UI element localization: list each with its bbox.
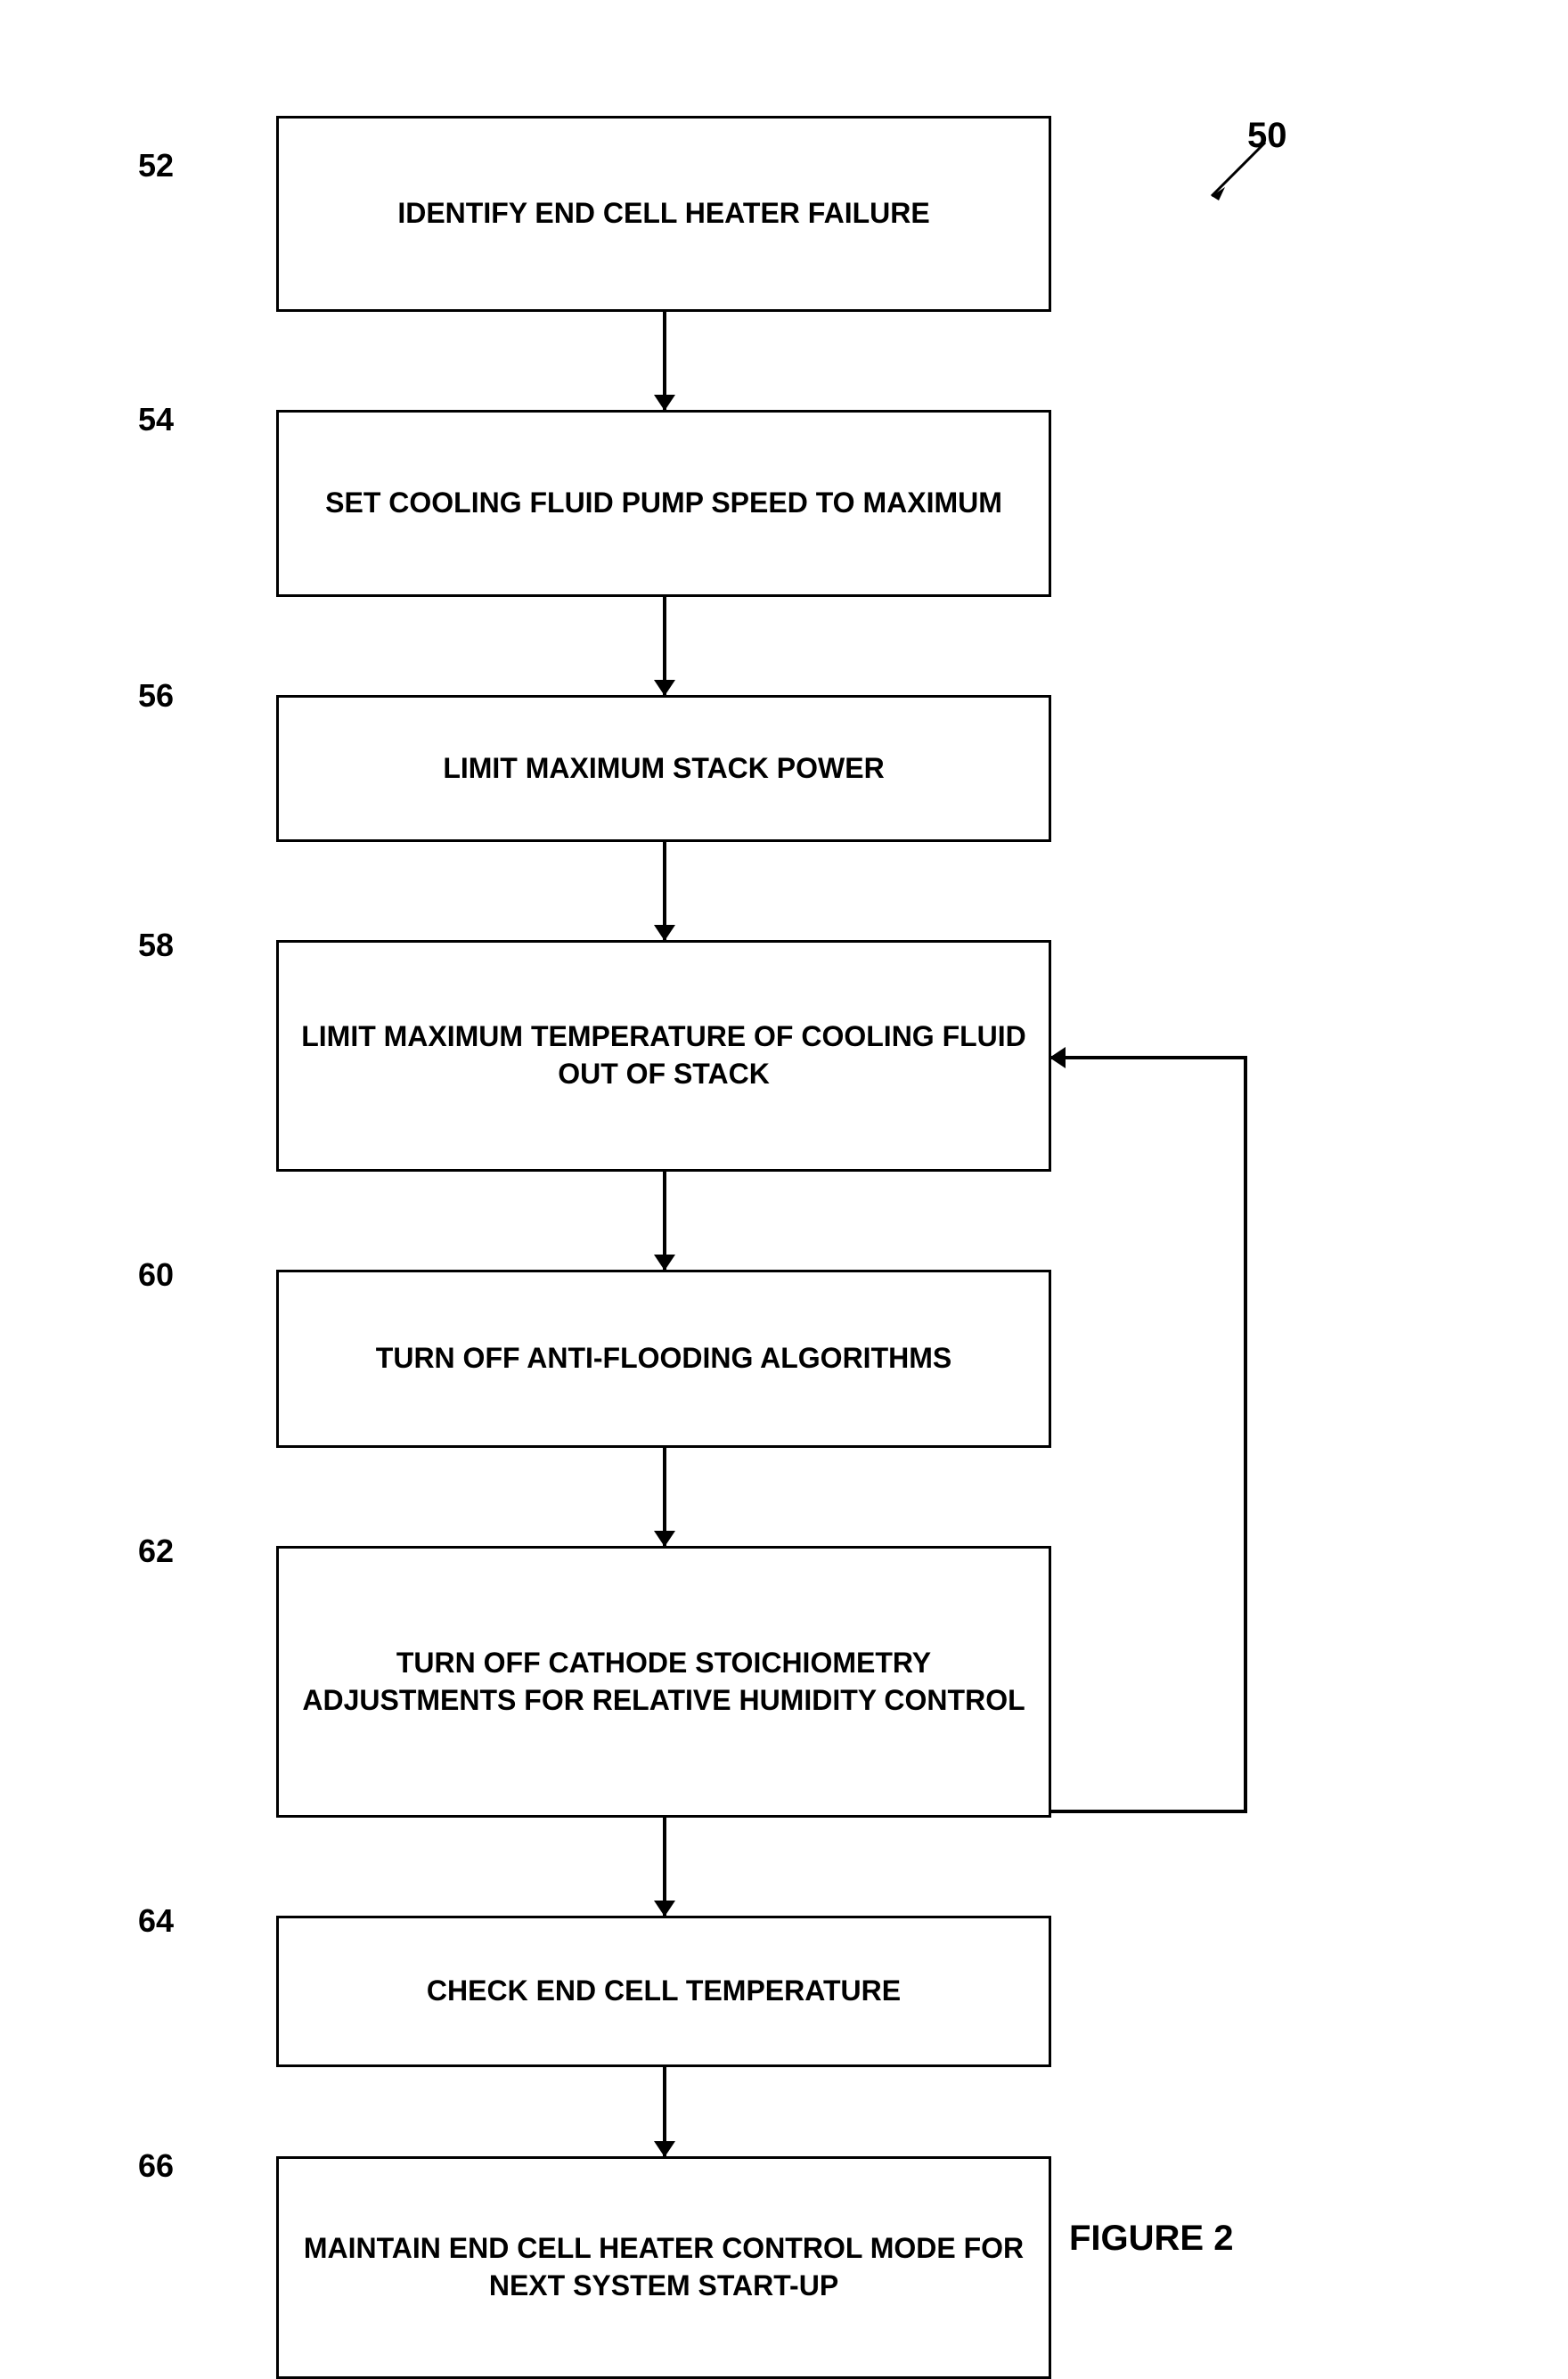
box-54: SET COOLING FLUID PUMP SPEED TO MAXIMUM bbox=[276, 410, 1051, 597]
feedback-arrowhead bbox=[1049, 1047, 1066, 1068]
arrow-62-64 bbox=[663, 1818, 666, 1916]
arrow-58-60 bbox=[663, 1172, 666, 1270]
box-58: LIMIT MAXIMUM TEMPERATURE OF COOLING FLU… bbox=[276, 940, 1051, 1172]
feedback-vertical-right bbox=[1244, 1056, 1247, 1813]
arrow-64-66 bbox=[663, 2067, 666, 2156]
arrow-56-58 bbox=[663, 842, 666, 940]
figure-label: FIGURE 2 bbox=[1069, 2219, 1233, 2259]
label-62: 62 bbox=[138, 1533, 174, 1570]
box-60: TURN OFF ANTI-FLOODING ALGORITHMS bbox=[276, 1270, 1051, 1448]
box-66: MAINTAIN END CELL HEATER CONTROL MODE FO… bbox=[276, 2156, 1051, 2379]
label-54: 54 bbox=[138, 401, 174, 438]
label-60: 60 bbox=[138, 1256, 174, 1294]
arrow-54-56 bbox=[663, 597, 666, 695]
box-56: LIMIT MAXIMUM STACK POWER bbox=[276, 695, 1051, 842]
box-64: CHECK END CELL TEMPERATURE bbox=[276, 1916, 1051, 2067]
label-66: 66 bbox=[138, 2147, 174, 2185]
diagram-area: 52 IDENTIFY END CELL HEATER FAILURE 54 S… bbox=[0, 0, 1568, 2323]
feedback-horizontal-top bbox=[1051, 1056, 1247, 1059]
label-64: 64 bbox=[138, 1902, 174, 1940]
box-52: IDENTIFY END CELL HEATER FAILURE bbox=[276, 116, 1051, 312]
page: 52 IDENTIFY END CELL HEATER FAILURE 54 S… bbox=[0, 0, 1568, 2323]
label-58: 58 bbox=[138, 927, 174, 964]
ref-50-arrow bbox=[1185, 134, 1292, 223]
arrow-60-62 bbox=[663, 1448, 666, 1546]
feedback-horizontal-bottom bbox=[1051, 1810, 1247, 1813]
label-56: 56 bbox=[138, 677, 174, 715]
box-62: TURN OFF CATHODE STOICHIOMETRY ADJUSTMEN… bbox=[276, 1546, 1051, 1818]
arrow-52-54 bbox=[663, 312, 666, 410]
label-52: 52 bbox=[138, 147, 174, 184]
